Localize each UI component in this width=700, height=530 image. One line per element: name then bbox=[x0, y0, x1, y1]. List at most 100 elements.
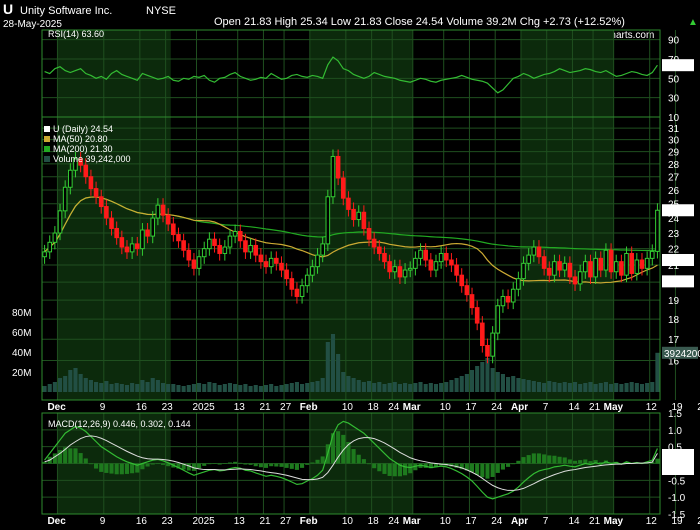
macd-histogram-bar bbox=[248, 463, 253, 465]
legend-swatch bbox=[44, 136, 50, 142]
x-axis-label: Apr bbox=[511, 516, 528, 527]
candle-up bbox=[356, 211, 362, 221]
candle-up bbox=[325, 196, 331, 245]
stock-chart: U Unity Software Inc. NYSE 28-May-2025 O… bbox=[0, 0, 700, 530]
candle-down bbox=[619, 261, 624, 276]
candle-down bbox=[258, 254, 264, 263]
volume-badge: 39242000 bbox=[664, 349, 700, 360]
volume-bar bbox=[135, 384, 140, 392]
volume-bar bbox=[459, 376, 464, 392]
candle-down bbox=[134, 243, 140, 250]
candle-down bbox=[377, 246, 382, 254]
volume-bar bbox=[557, 383, 562, 392]
macd-histogram-bar bbox=[300, 463, 305, 468]
x-axis-label: 9 bbox=[100, 402, 106, 413]
volume-bar bbox=[449, 380, 454, 392]
volume-bar bbox=[464, 374, 469, 392]
macd-histogram-bar bbox=[233, 461, 238, 464]
candle-down bbox=[443, 252, 449, 261]
volume-bar bbox=[243, 384, 248, 392]
macd-histogram-bar bbox=[366, 463, 372, 465]
volume-bar bbox=[593, 384, 598, 392]
volume-bar bbox=[47, 384, 52, 392]
macd-histogram-bar bbox=[238, 462, 243, 464]
x-axis-label: 12 bbox=[646, 402, 658, 413]
volume-bar bbox=[212, 383, 217, 392]
candle-down bbox=[145, 229, 150, 237]
price-badge-ma50: 20.80 bbox=[665, 277, 690, 288]
volume-bar bbox=[403, 383, 408, 392]
x-axis-label: Mar bbox=[403, 402, 421, 413]
price-tick-label: 26 bbox=[668, 186, 680, 197]
price-tick-label: 19 bbox=[668, 296, 680, 307]
candle-up bbox=[634, 259, 640, 274]
candle-up bbox=[418, 249, 423, 259]
macd-histogram-bar bbox=[475, 463, 480, 475]
candle-up bbox=[552, 261, 557, 276]
volume-bar bbox=[408, 384, 413, 392]
volume-bar bbox=[480, 362, 485, 392]
volume-bar bbox=[382, 384, 387, 392]
volume-bar bbox=[341, 372, 346, 392]
volume-bar bbox=[104, 381, 109, 392]
volume-bar bbox=[155, 380, 160, 392]
volume-bar bbox=[536, 382, 542, 392]
macd-histogram-bar bbox=[217, 463, 222, 465]
volume-bar bbox=[356, 380, 361, 392]
macd-histogram-bar bbox=[572, 460, 578, 464]
month-band bbox=[57, 30, 171, 117]
candle-down bbox=[588, 261, 593, 278]
macd-tick-label: -0.5 bbox=[668, 476, 686, 487]
volume-bar bbox=[217, 385, 222, 392]
candle-up bbox=[150, 217, 156, 237]
x-axis-label: Apr bbox=[511, 402, 528, 413]
volume-bar bbox=[294, 382, 299, 392]
candle-down bbox=[294, 288, 300, 297]
macd-histogram-bar bbox=[531, 453, 536, 464]
x-axis-label: 19 bbox=[671, 516, 683, 527]
candle-down bbox=[361, 211, 367, 229]
x-axis-label: Feb bbox=[300, 516, 318, 527]
volume-bar bbox=[639, 384, 645, 392]
macd-histogram-bar bbox=[109, 463, 114, 474]
candle-up bbox=[268, 257, 274, 268]
x-axis-label: 18 bbox=[368, 402, 380, 413]
macd-histogram-bar bbox=[526, 455, 531, 464]
candle-down bbox=[243, 240, 248, 253]
candle-down bbox=[639, 259, 645, 269]
macd-histogram-bar bbox=[160, 463, 166, 465]
candle-down bbox=[480, 322, 485, 346]
macd-histogram-bar bbox=[222, 463, 227, 464]
macd-histogram-bar bbox=[403, 463, 408, 476]
macd-histogram-bar bbox=[186, 463, 191, 471]
candle-up bbox=[315, 254, 320, 268]
macd-histogram-bar bbox=[495, 463, 500, 473]
price-tick-label: 29 bbox=[668, 148, 680, 159]
price-tick-label: 28 bbox=[668, 160, 680, 171]
macd-histogram-bar bbox=[562, 457, 567, 464]
candle-up bbox=[593, 257, 598, 278]
volume-bar bbox=[289, 383, 294, 392]
candle-down bbox=[536, 246, 542, 258]
macd-histogram-bar bbox=[516, 460, 521, 464]
volume-bar bbox=[191, 384, 196, 392]
x-axis-label: 7 bbox=[543, 402, 549, 413]
volume-bar bbox=[495, 372, 500, 392]
legend-swatch bbox=[44, 126, 50, 132]
volume-bar bbox=[444, 382, 449, 392]
volume-bar bbox=[542, 383, 547, 392]
volume-bar bbox=[506, 377, 511, 392]
volume-bar bbox=[583, 383, 588, 392]
volume-bar bbox=[57, 378, 63, 392]
volume-bar bbox=[145, 382, 150, 392]
candle-up bbox=[320, 243, 325, 256]
candle-up bbox=[510, 288, 516, 303]
volume-tick-label: 40M bbox=[12, 348, 31, 359]
volume-bar bbox=[372, 383, 377, 392]
volume-bar bbox=[387, 383, 392, 392]
macd-tick-label: 1.0 bbox=[668, 426, 682, 437]
macd-histogram-bar bbox=[310, 462, 315, 464]
candle-down bbox=[217, 244, 222, 254]
volume-bar bbox=[94, 382, 99, 392]
macd-histogram-bar bbox=[212, 463, 217, 464]
